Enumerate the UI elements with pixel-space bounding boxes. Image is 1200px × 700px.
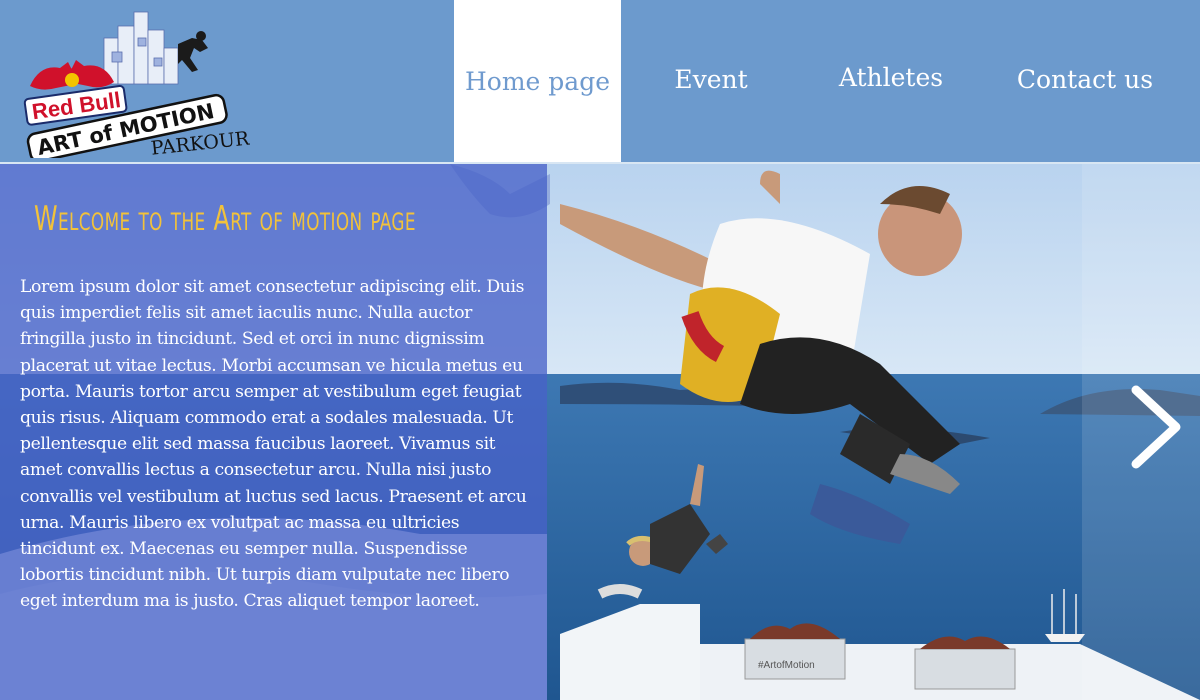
welcome-title: Welcome to the Art of motion page [34,199,416,239]
site-header: Red Bull ART of MOTION PARKOUR Home page… [0,0,1200,164]
chevron-right-icon[interactable] [1128,384,1184,470]
nav-athletes[interactable]: Athletes [820,0,962,158]
nav-event-label[interactable]: Event [674,65,747,94]
welcome-body-text: Lorem ipsum dolor sit amet consectetur a… [20,277,527,612]
nav-event[interactable]: Event [640,0,782,160]
nav-home-page[interactable]: Home page [454,0,621,162]
nav-athletes-label[interactable]: Athletes [839,63,943,92]
nav-home-label[interactable]: Home page [465,67,610,96]
red-bull-art-of-motion-logo[interactable]: Red Bull ART of MOTION PARKOUR [18,8,250,158]
hero-slider: #ArtofMotion Welcome to the Art of motio… [0,164,1200,700]
nav-contact-label[interactable]: Contact us [1017,65,1153,94]
planter-hashtag: #ArtofMotion [758,660,815,671]
nav-contact-us[interactable]: Contact us [1010,0,1160,160]
